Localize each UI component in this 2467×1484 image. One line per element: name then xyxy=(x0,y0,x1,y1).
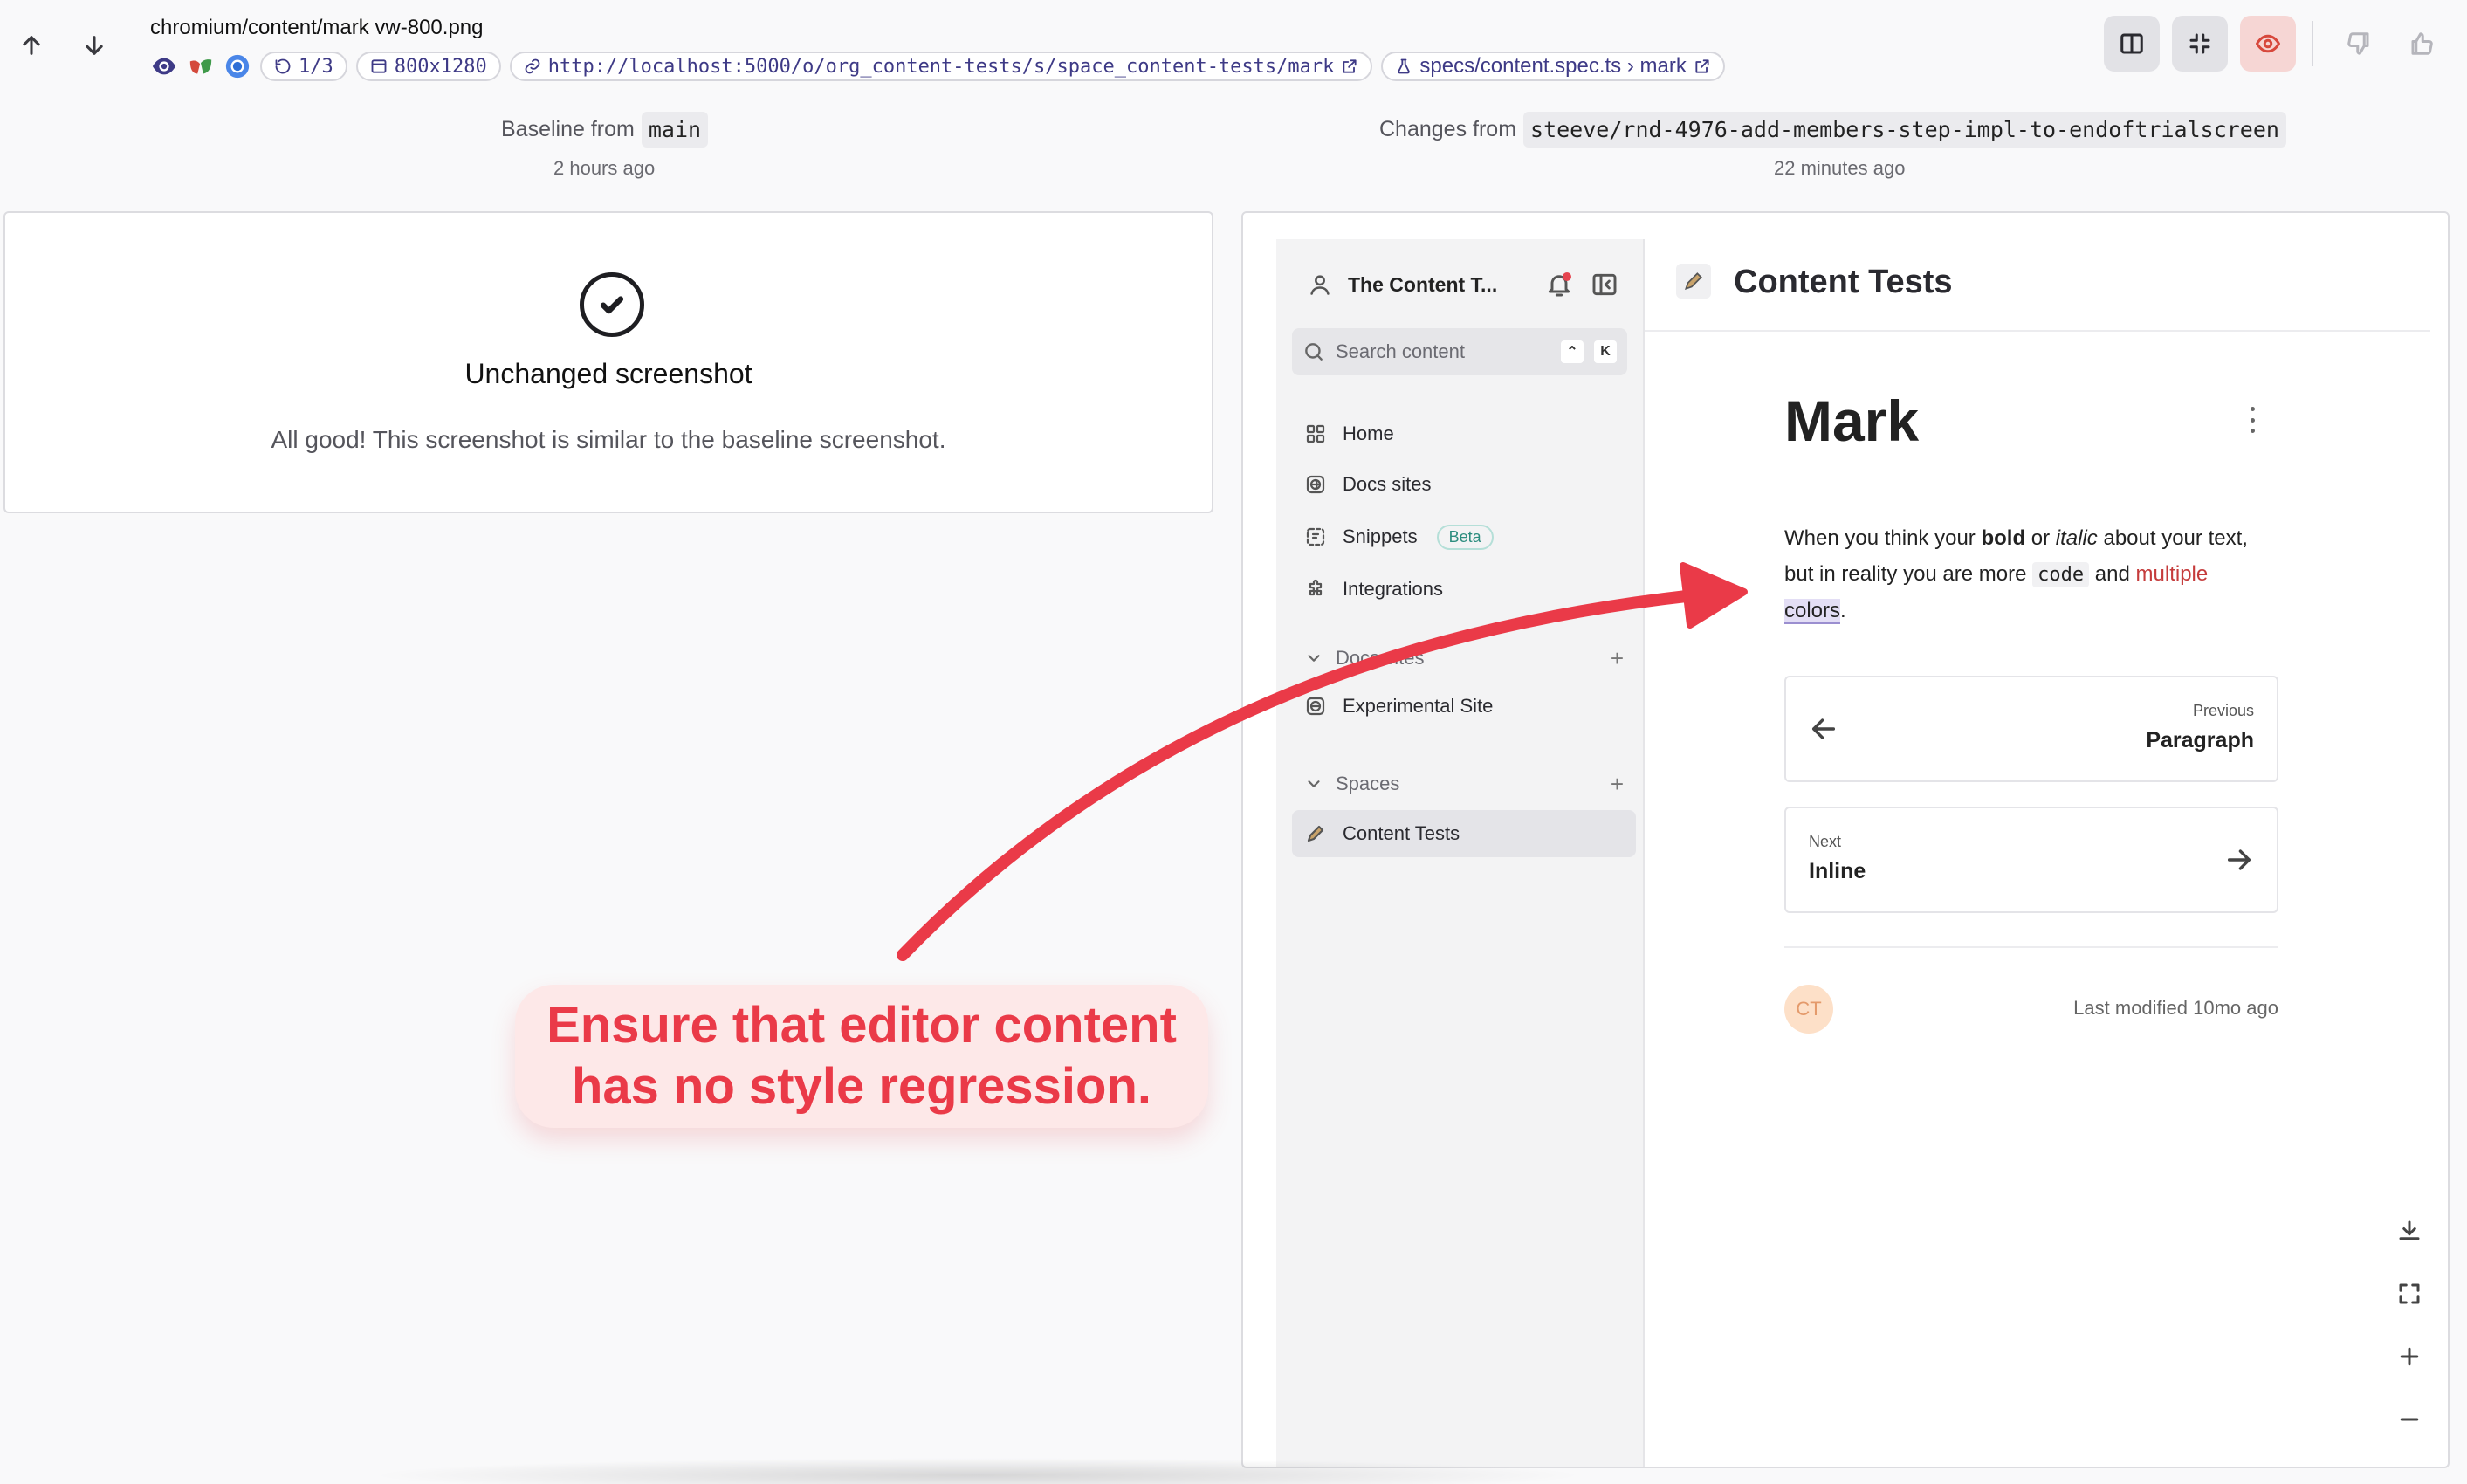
chevron-down-icon xyxy=(1308,780,1320,787)
footer-divider xyxy=(1784,946,2278,948)
arrow-right-icon xyxy=(2227,849,2251,870)
zoom-in-icon xyxy=(2400,1347,2419,1366)
previous-page-card[interactable]: Previous Paragraph xyxy=(1784,676,2278,782)
download-icon xyxy=(2399,1220,2420,1240)
window-icon xyxy=(371,59,387,73)
arrow-down-icon xyxy=(86,36,103,55)
search-input[interactable]: Search content ⌃ K xyxy=(1292,328,1627,375)
thumbs-up-icon xyxy=(2411,32,2433,55)
add-space-button[interactable]: + xyxy=(1611,771,1624,798)
sidebar-collapse-icon xyxy=(1592,273,1617,296)
check-circle-icon xyxy=(580,272,644,337)
notifications-button[interactable] xyxy=(1545,271,1575,300)
url-link[interactable]: http://localhost:5000/o/org_content-test… xyxy=(509,52,1373,81)
changes-time: 22 minutes ago xyxy=(1774,157,1906,179)
split-view-button[interactable] xyxy=(2104,16,2160,72)
screenshot-meta-row: 1/3 800x1280 http://localhost:5000/o/org… xyxy=(150,51,1725,82)
kbd-ctrl: ⌃ xyxy=(1561,340,1584,363)
spec-link[interactable]: specs/content.spec.ts › mark xyxy=(1381,52,1725,81)
annotation-callout: Ensure that editor content has no style … xyxy=(515,985,1208,1128)
collapse-button[interactable] xyxy=(2172,16,2228,72)
toolbar-divider xyxy=(2312,21,2313,66)
unchanged-title: Unchanged screenshot xyxy=(464,358,752,389)
next-screenshot-button[interactable] xyxy=(75,26,113,65)
baseline-heading: Baseline from main xyxy=(501,112,709,148)
flask-icon xyxy=(1398,58,1411,74)
reject-button[interactable] xyxy=(2331,16,2387,72)
more-options-icon[interactable] xyxy=(2247,407,2257,433)
chromium-icon xyxy=(223,52,251,80)
bottom-shadow xyxy=(367,1458,1589,1484)
pencil-icon xyxy=(1304,822,1327,845)
zoom-in-button[interactable] xyxy=(2390,1337,2429,1376)
download-button[interactable] xyxy=(2390,1212,2429,1250)
sidebar-item-content-tests[interactable]: Content Tests xyxy=(1292,810,1636,857)
thumbs-down-icon xyxy=(2347,32,2369,55)
zoom-out-icon xyxy=(2400,1418,2419,1421)
docs-sites-section[interactable]: Docs sites + xyxy=(1304,641,1636,676)
puzzle-icon xyxy=(1304,578,1327,601)
arrow-up-icon xyxy=(23,36,40,55)
changes-branch: steeve/rnd-4976-add-members-step-impl-to… xyxy=(1523,112,2286,148)
eye-icon xyxy=(150,52,178,80)
collapse-sidebar-button[interactable] xyxy=(1591,271,1620,300)
globe-icon xyxy=(1304,695,1327,718)
annotation-line-2: has no style regression. xyxy=(571,1058,1152,1115)
org-name: The Content T... xyxy=(1348,272,1498,296)
retry-badge: 1/3 xyxy=(260,52,347,81)
sidebar-item-home[interactable]: Home xyxy=(1292,410,1636,457)
external-link-icon xyxy=(1695,59,1709,73)
pencil-icon xyxy=(1676,264,1711,299)
baseline-time: 2 hours ago xyxy=(553,157,656,179)
add-docs-site-button[interactable]: + xyxy=(1611,645,1624,672)
split-view-icon xyxy=(2120,33,2143,54)
search-icon xyxy=(1305,343,1323,361)
notification-dot xyxy=(1563,272,1571,281)
last-modified: Last modified 10mo ago xyxy=(2073,997,2278,1019)
viewport-badge: 800x1280 xyxy=(355,52,501,81)
changes-panel: The Content T... Search content ⌃ K Home… xyxy=(1241,211,2450,1468)
beta-badge: Beta xyxy=(1436,524,1494,550)
approve-button[interactable] xyxy=(2394,16,2450,72)
arrow-left-icon xyxy=(1811,718,1836,739)
sidebar-item-docs-sites[interactable]: Docs sites xyxy=(1292,461,1636,508)
link-icon xyxy=(525,58,540,74)
visibility-icon xyxy=(2256,34,2280,53)
changes-heading: Changes from steeve/rnd-4976-add-members… xyxy=(1379,112,2286,148)
unchanged-message: All good! This screenshot is similar to … xyxy=(271,426,946,453)
space-title: Content Tests xyxy=(1734,264,1953,300)
next-page-card[interactable]: Next Inline xyxy=(1784,807,2278,913)
diff-viewer: { "header": { "file_name": "chromium/con… xyxy=(0,0,2467,1484)
user-icon xyxy=(1310,275,1330,295)
previous-screenshot-button[interactable] xyxy=(12,26,51,65)
visibility-toggle-button[interactable] xyxy=(2240,16,2296,72)
avatar: CT xyxy=(1784,985,1833,1034)
collapse-icon xyxy=(2189,33,2210,54)
baseline-panel: Unchanged screenshot All good! This scre… xyxy=(3,211,1213,513)
sidebar-item-snippets[interactable]: Snippets Beta xyxy=(1292,513,1636,560)
kbd-k: K xyxy=(1594,340,1617,363)
page-title: Mark xyxy=(1784,388,1920,453)
annotation-line-1: Ensure that editor content xyxy=(546,997,1177,1054)
app-sidebar: The Content T... Search content ⌃ K Home… xyxy=(1276,239,1645,1467)
mark-paragraph: When you think your bold or italic about… xyxy=(1784,526,2248,624)
snippet-icon xyxy=(1304,526,1327,548)
sidebar-item-experimental-site[interactable]: Experimental Site xyxy=(1292,683,1636,730)
grid-icon xyxy=(1304,423,1327,445)
external-link-icon xyxy=(1343,59,1357,73)
retry-icon xyxy=(275,58,291,74)
screenshot-file-name: chromium/content/mark vw-800.png xyxy=(150,16,484,39)
baseline-branch: main xyxy=(641,112,709,148)
chevron-down-icon xyxy=(1308,655,1320,662)
zoom-out-button[interactable] xyxy=(2390,1400,2429,1439)
playwright-icon xyxy=(187,52,215,80)
sidebar-item-integrations[interactable]: Integrations xyxy=(1292,566,1636,613)
fullscreen-icon xyxy=(2399,1283,2420,1304)
spaces-section[interactable]: Spaces + xyxy=(1304,766,1636,801)
org-switcher[interactable]: The Content T... xyxy=(1308,272,1497,297)
globe-icon xyxy=(1304,473,1327,496)
fullscreen-button[interactable] xyxy=(2390,1274,2429,1313)
page-header: Content Tests xyxy=(1645,239,2430,332)
